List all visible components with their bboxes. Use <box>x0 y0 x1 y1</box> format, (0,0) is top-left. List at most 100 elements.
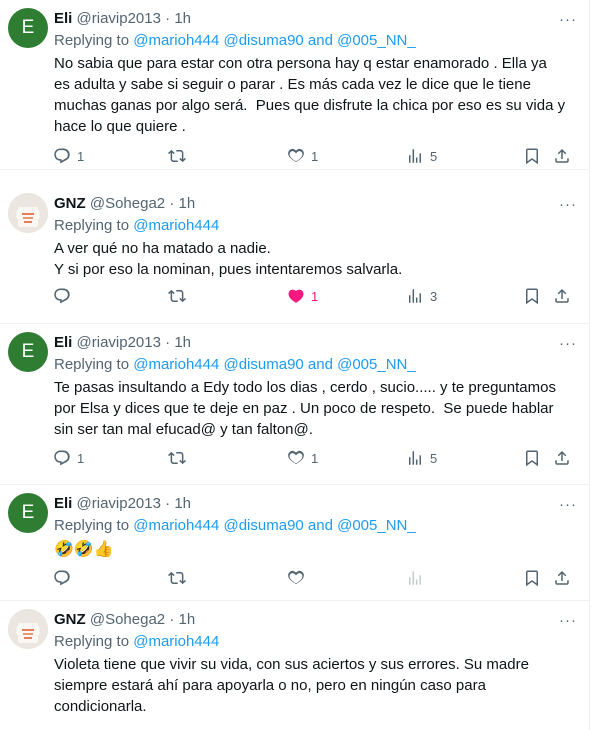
author-name[interactable]: Eli <box>54 334 72 351</box>
retweet-button[interactable] <box>168 569 192 587</box>
reply-icon <box>54 288 70 304</box>
reply-icon <box>54 450 70 466</box>
timestamp[interactable]: 1h <box>178 195 195 212</box>
retweet-button[interactable] <box>168 147 192 165</box>
retweet-button[interactable] <box>168 287 192 305</box>
tweet[interactable]: E Eli @riavip2013 · 1h ··· Replying to @… <box>0 324 589 485</box>
tweet[interactable]: E Eli @riavip2013 · 1h ··· Replying to @… <box>0 485 589 601</box>
timestamp[interactable]: 1h <box>178 611 195 628</box>
view-count: 5 <box>430 148 438 164</box>
reply-button[interactable]: 1 <box>53 449 84 467</box>
replying-to-users-link[interactable]: @marioh444 @disuma90 and @005_NN_ <box>133 356 416 373</box>
like-count: 1 <box>311 148 319 164</box>
avatar[interactable]: E <box>8 8 48 48</box>
share-button[interactable] <box>553 287 571 305</box>
more-icon[interactable]: ··· <box>559 496 577 513</box>
tweet-text: 🤣🤣👍 <box>54 539 114 558</box>
replying-prefix: Replying to <box>54 517 134 534</box>
like-button[interactable] <box>287 569 311 587</box>
avatar[interactable] <box>8 609 48 649</box>
replying-to-users-link[interactable]: @marioh444 @disuma90 and @005_NN_ <box>133 32 416 49</box>
author-handle[interactable]: @Sohega2 <box>90 611 165 628</box>
tweet-header: GNZ @Sohega2 · 1h <box>54 610 577 630</box>
reply-icon <box>54 570 70 586</box>
share-button[interactable] <box>553 569 571 587</box>
reply-button[interactable]: 1 <box>53 147 84 165</box>
replying-prefix: Replying to <box>54 356 134 373</box>
views-button[interactable]: 5 <box>406 449 437 467</box>
author-name[interactable]: GNZ <box>54 195 86 212</box>
replying-prefix: Replying to <box>54 217 134 234</box>
tweet[interactable]: E Eli @riavip2013 · 1h ··· Replying to @… <box>0 0 589 170</box>
author-handle[interactable]: @riavip2013 <box>77 334 161 351</box>
more-icon[interactable]: ··· <box>559 11 577 28</box>
bookmark-button[interactable] <box>523 449 541 467</box>
bookmark-icon <box>526 148 538 165</box>
tweet-header: Eli @riavip2013 · 1h <box>54 333 577 353</box>
avatar-image <box>8 193 48 233</box>
views-button[interactable]: 3 <box>406 287 437 305</box>
tweet-text: No sabia que para estar con otra persona… <box>54 55 566 135</box>
author-handle[interactable]: @Sohega2 <box>90 195 165 212</box>
avatar-letter: E <box>21 341 35 362</box>
views-icon <box>409 289 421 303</box>
views-icon <box>409 571 421 585</box>
avatar-letter: E <box>21 502 35 523</box>
retweet-icon <box>168 149 186 163</box>
avatar[interactable]: E <box>8 332 48 372</box>
tweet[interactable]: GNZ @Sohega2 · 1h ··· Replying to @mario… <box>0 601 589 730</box>
avatar[interactable]: E <box>8 493 48 533</box>
share-button[interactable] <box>553 147 571 165</box>
like-icon <box>288 450 304 465</box>
timestamp[interactable]: 1h <box>174 495 191 512</box>
tweet-header: Eli @riavip2013 · 1h <box>54 494 577 514</box>
more-icon[interactable]: ··· <box>559 612 577 629</box>
reply-button[interactable] <box>53 569 77 587</box>
bookmark-button[interactable] <box>523 569 541 587</box>
replying-to: Replying to @marioh444 @disuma90 and @00… <box>54 355 577 375</box>
like-button[interactable]: 1 <box>287 287 318 305</box>
timestamp[interactable]: 1h <box>174 334 191 351</box>
action-bar: 1 3 <box>0 287 589 307</box>
views-button[interactable] <box>406 569 430 587</box>
tweet-header: GNZ @Sohega2 · 1h <box>54 194 577 214</box>
share-button[interactable] <box>553 449 571 467</box>
retweet-button[interactable] <box>168 449 192 467</box>
replying-to: Replying to @marioh444 @disuma90 and @00… <box>54 516 577 536</box>
replying-to-users-link[interactable]: @marioh444 <box>133 217 219 234</box>
author-name[interactable]: Eli <box>54 10 72 27</box>
avatar[interactable] <box>8 193 48 233</box>
reply-button[interactable] <box>53 287 77 305</box>
more-icon[interactable]: ··· <box>559 196 577 213</box>
reply-count: 1 <box>77 450 85 466</box>
reply-feed: E Eli @riavip2013 · 1h ··· Replying to @… <box>0 0 590 730</box>
like-button[interactable]: 1 <box>287 449 318 467</box>
separator-dot: · <box>165 10 171 27</box>
replying-prefix: Replying to <box>54 633 134 650</box>
author-handle[interactable]: @riavip2013 <box>77 495 161 512</box>
separator-dot: · <box>165 334 171 351</box>
tweet[interactable]: GNZ @Sohega2 · 1h ··· Replying to @mario… <box>0 185 589 324</box>
tweet-text: Violeta tiene que vivir su vida, con sus… <box>54 656 529 715</box>
tweet-text: A ver qué no ha matado a nadie. Y si por… <box>54 240 403 278</box>
timestamp[interactable]: 1h <box>174 10 191 27</box>
bookmark-icon <box>526 450 538 467</box>
like-icon <box>288 570 304 585</box>
author-name[interactable]: GNZ <box>54 611 86 628</box>
separator-dot: · <box>169 195 175 212</box>
replying-to-users-link[interactable]: @marioh444 @disuma90 and @005_NN_ <box>133 517 416 534</box>
author-handle[interactable]: @riavip2013 <box>77 10 161 27</box>
views-button[interactable]: 5 <box>406 147 437 165</box>
tweet-header: Eli @riavip2013 · 1h <box>54 9 577 29</box>
action-bar <box>0 569 589 589</box>
like-count: 1 <box>311 288 319 304</box>
share-icon <box>555 570 569 585</box>
bookmark-button[interactable] <box>523 287 541 305</box>
more-icon[interactable]: ··· <box>559 335 577 352</box>
like-button[interactable]: 1 <box>287 147 318 165</box>
replying-to: Replying to @marioh444 <box>54 216 577 236</box>
bookmark-button[interactable] <box>523 147 541 165</box>
replying-to-users-link[interactable]: @marioh444 <box>133 633 219 650</box>
author-name[interactable]: Eli <box>54 495 72 512</box>
separator-dot: · <box>165 495 171 512</box>
